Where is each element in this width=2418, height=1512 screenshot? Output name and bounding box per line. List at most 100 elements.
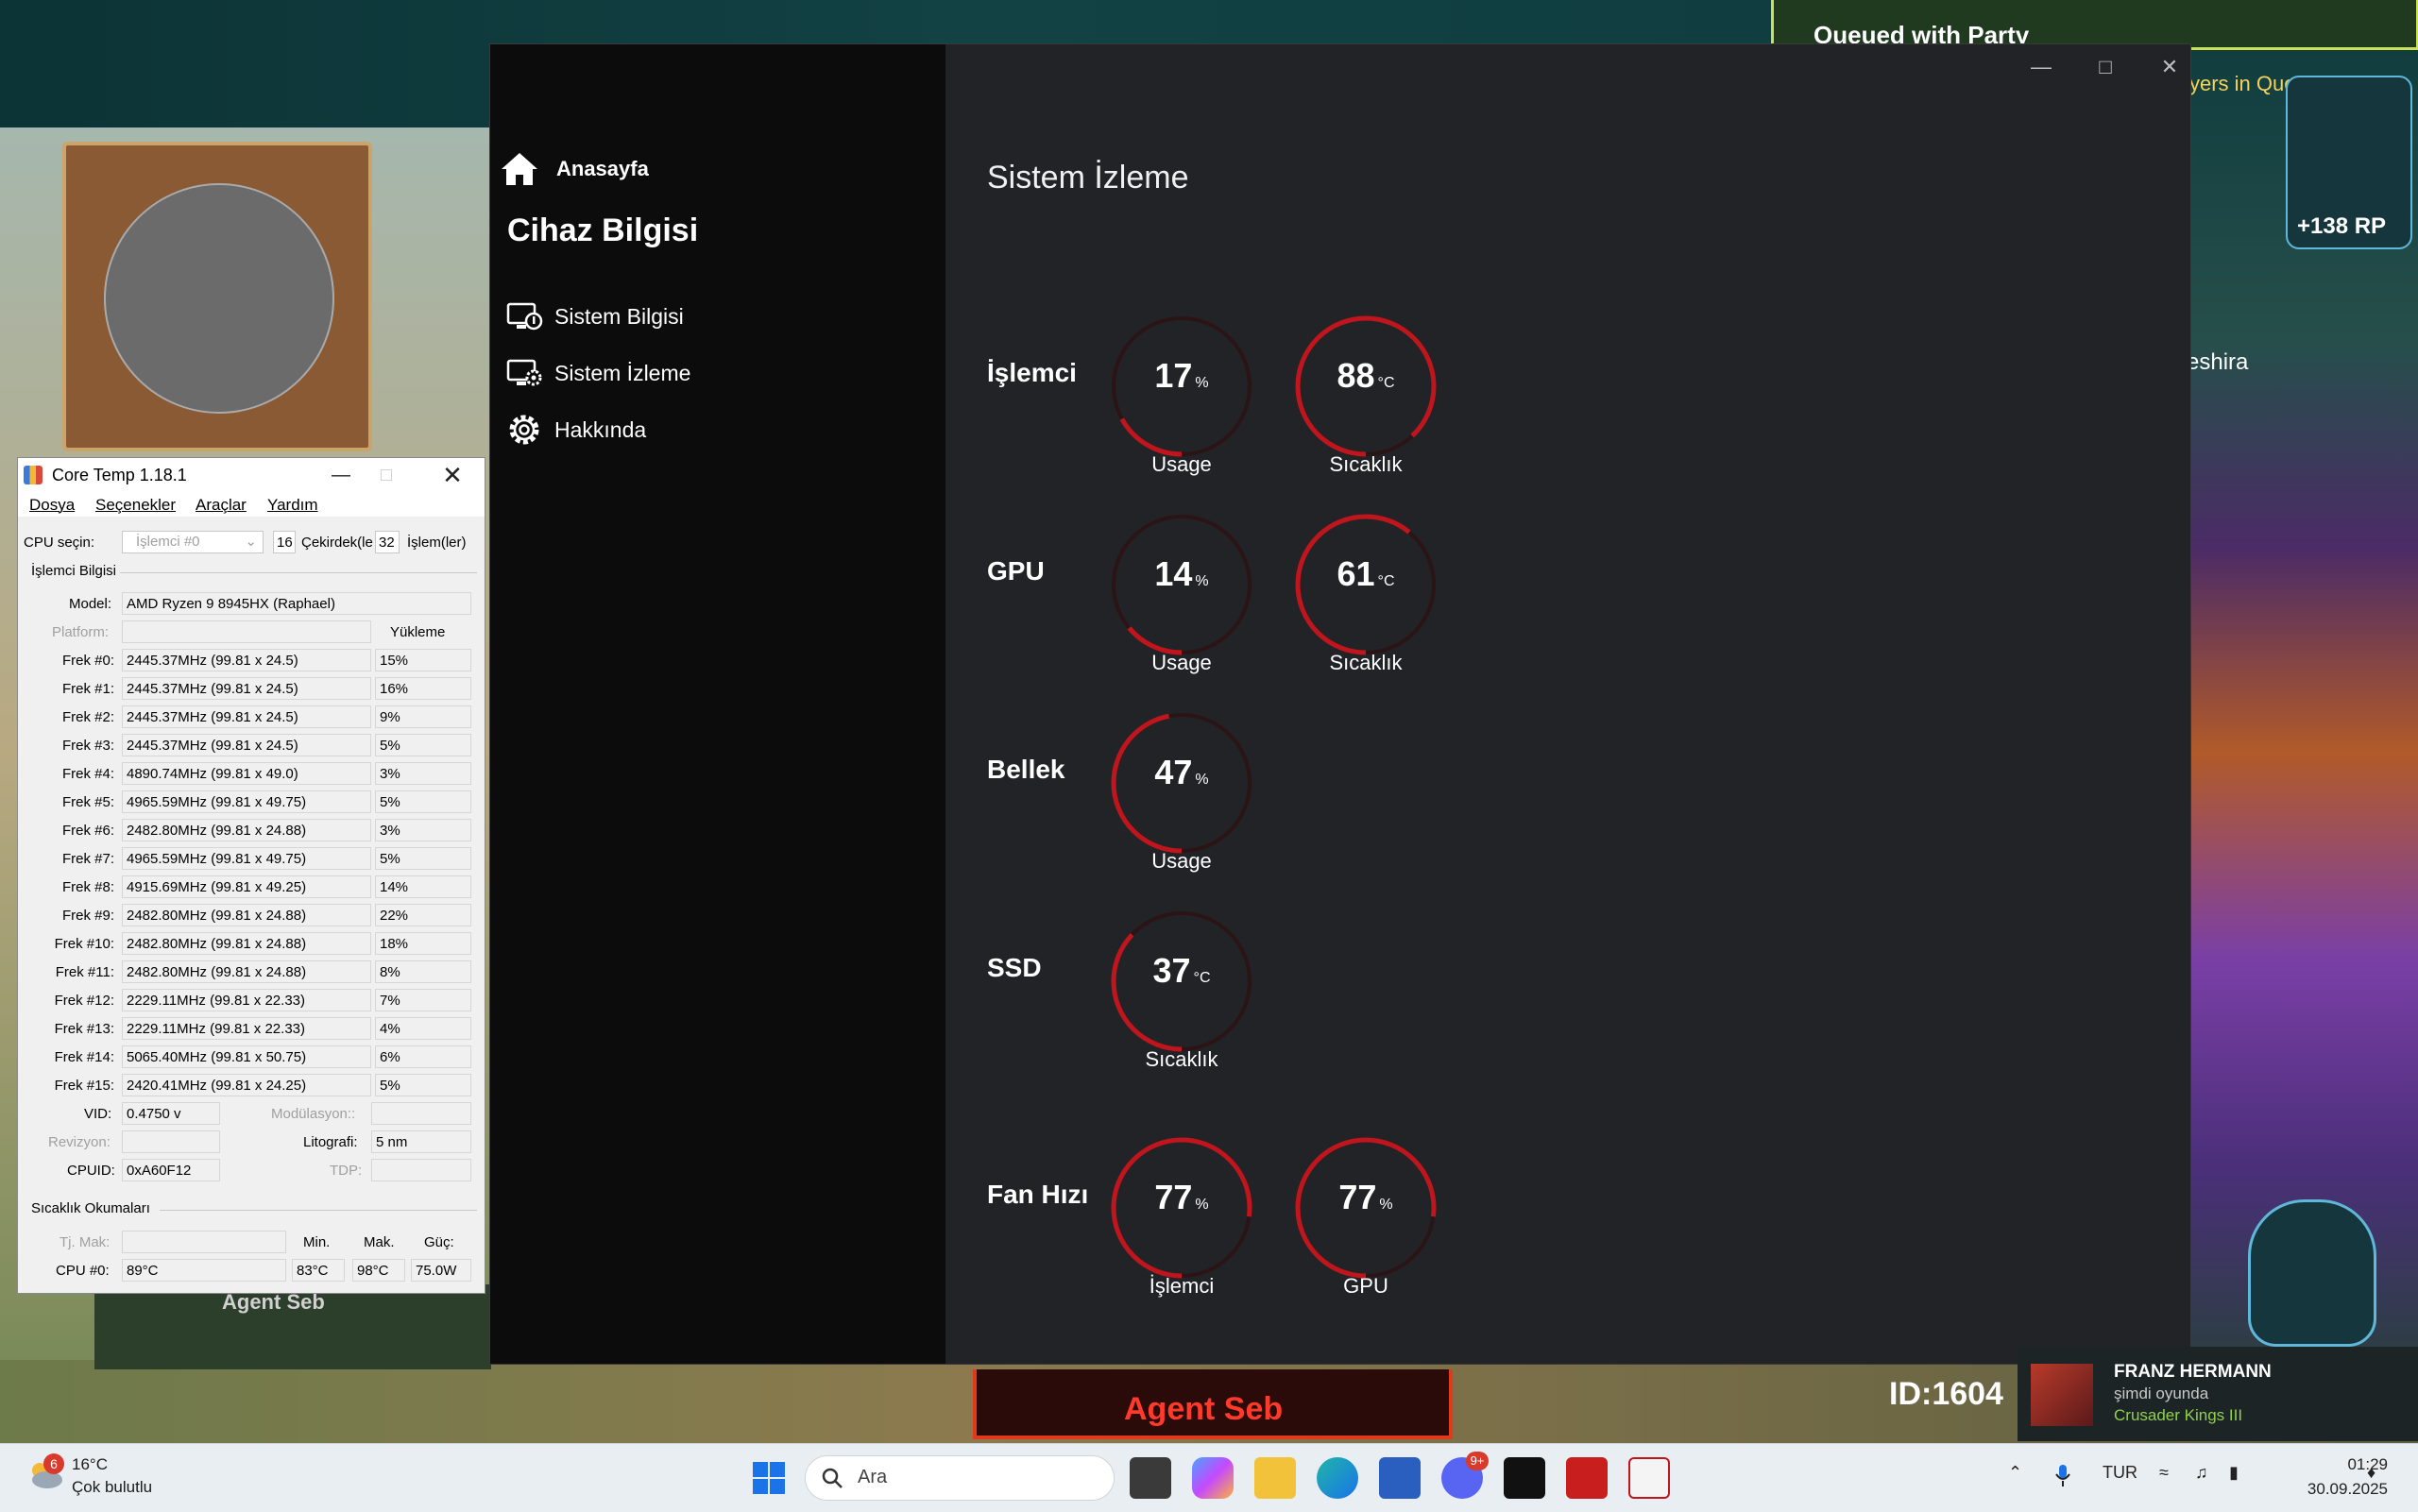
side-player-name: eshira — [2187, 349, 2249, 375]
gauge-value: 37 °C — [1106, 951, 1257, 991]
gauge-label: Sıcaklık — [1329, 651, 1403, 674]
home-icon — [502, 153, 537, 185]
notification-game: Crusader Kings III — [2114, 1406, 2243, 1424]
rp-text: +138 RP — [2297, 213, 2387, 239]
clock-date[interactable]: 30.09.2025 — [2267, 1480, 2388, 1499]
battery-icon[interactable]: ▮ — [2229, 1463, 2239, 1483]
gauge-label: Usage — [1151, 452, 1212, 476]
close-button[interactable]: ✕ — [434, 460, 471, 490]
cores-count: 16 — [273, 531, 296, 553]
microphone-icon[interactable] — [2053, 1463, 2072, 1489]
gauge-label: GPU — [1343, 1274, 1388, 1298]
vid-label: VID: — [84, 1106, 112, 1122]
task-view-icon[interactable] — [1130, 1457, 1171, 1499]
microsoft-store-icon[interactable] — [1379, 1457, 1421, 1499]
taskbar: 6 16°C Çok bulutlu Ara 9+ ⌃ TUR ≈ ♫ ▮ 01… — [0, 1443, 2418, 1512]
freq-value: 4915.69MHz (99.81 x 49.25) — [122, 875, 371, 898]
threads-count: 32 — [375, 531, 400, 553]
volume-icon[interactable]: ♫ — [2195, 1463, 2208, 1483]
minimize-button[interactable]: — — [2013, 50, 2069, 84]
freq-value: 2482.80MHz (99.81 x 24.88) — [122, 960, 371, 983]
cpu-select[interactable]: İşlemci #0 ⌄ — [122, 531, 264, 553]
freq-label: Frek #15: — [54, 1078, 114, 1094]
search-placeholder: Ara — [858, 1467, 888, 1487]
sidebar: Anasayfa Cihaz Bilgisi Sistem Bilgisi Si… — [490, 44, 945, 1364]
gauge-unit: % — [1195, 573, 1209, 589]
gauge: 47% Usage — [1106, 707, 1257, 887]
menu-secenekler[interactable]: Seçenekler — [95, 496, 176, 515]
wifi-icon[interactable]: ≈ — [2159, 1463, 2169, 1483]
language-indicator[interactable]: TUR — [2103, 1463, 2137, 1483]
menu-dosya[interactable]: Dosya — [29, 496, 75, 515]
search-icon — [822, 1468, 843, 1488]
discord-badge: 9+ — [1466, 1452, 1489, 1470]
copilot-icon[interactable] — [1192, 1457, 1234, 1499]
gauge-number: 14 — [1154, 554, 1193, 593]
row-label: İşlemci — [987, 358, 1077, 387]
tdp-label: TDP: — [330, 1163, 363, 1179]
freq-load: 3% — [375, 762, 471, 785]
weather-condition[interactable]: Çok bulutlu — [72, 1478, 152, 1497]
notification-name: FRANZ HERMANN — [2114, 1362, 2272, 1382]
row-label: Bellek — [987, 755, 1065, 784]
clock-time[interactable]: 01:29 — [2312, 1455, 2388, 1474]
menu-araclar[interactable]: Araçlar — [196, 496, 247, 515]
freq-label: Frek #9: — [61, 908, 114, 924]
nav-home[interactable]: Anasayfa — [500, 150, 649, 188]
search-box[interactable] — [805, 1455, 1115, 1501]
notification-bell-icon[interactable]: ♦ — [2367, 1463, 2375, 1483]
maximize-button[interactable]: □ — [367, 460, 405, 490]
freq-label: Frek #10: — [54, 936, 114, 952]
freq-load: 7% — [375, 989, 471, 1011]
coretemp-app-icon — [24, 466, 43, 484]
threads-label: İşlem(ler) — [407, 535, 467, 551]
sidebar-item-about[interactable]: Hakkında — [505, 409, 646, 450]
sidebar-item-label: Sistem Bilgisi — [554, 303, 684, 329]
main-content: — □ ✕ Sistem İzleme İşlemci 17% Usage 88 °C S… — [945, 44, 2190, 1364]
temperature-group-title: Sıcaklık Okumaları — [31, 1200, 150, 1216]
gauge-number: 61 — [1337, 554, 1375, 593]
freq-load: 5% — [375, 790, 471, 813]
max-header: Mak. — [364, 1234, 395, 1250]
gauge: 37 °C Sıcaklık — [1106, 906, 1257, 1085]
freq-label: Frek #7: — [61, 851, 114, 867]
gauge-unit: °C — [1193, 970, 1211, 986]
file-explorer-icon[interactable] — [1254, 1457, 1296, 1499]
apex-legends-icon[interactable] — [1566, 1457, 1608, 1499]
friend-notification[interactable]: FRANZ HERMANN şimdi oyunda Crusader King… — [2018, 1347, 2418, 1441]
chevron-up-icon[interactable]: ⌃ — [2008, 1463, 2022, 1483]
platform-value — [122, 620, 371, 643]
sidebar-item-system-info[interactable]: Sistem Bilgisi — [505, 296, 684, 337]
edge-browser-icon[interactable] — [1317, 1457, 1358, 1499]
gauge: 14% Usage — [1106, 509, 1257, 688]
freq-value: 2420.41MHz (99.81 x 24.25) — [122, 1074, 371, 1096]
minimize-button[interactable]: — — [322, 460, 360, 490]
gauge-label: Usage — [1151, 849, 1212, 873]
menu-yardim[interactable]: Yardım — [267, 496, 318, 515]
nav-home-label: Anasayfa — [556, 157, 649, 180]
freq-label: Frek #3: — [61, 738, 114, 754]
gauge-value: 17% — [1106, 356, 1257, 396]
freq-label: Frek #1: — [61, 681, 114, 697]
freq-value: 4965.59MHz (99.81 x 49.75) — [122, 790, 371, 813]
coretemp-titlebar[interactable]: Core Temp 1.18.1 — □ ✕ — [18, 458, 485, 492]
gauge: 77% GPU — [1290, 1132, 1441, 1312]
freq-load: 5% — [375, 847, 471, 870]
gauge-unit: °C — [1377, 573, 1395, 589]
gauge-number: 77 — [1338, 1178, 1377, 1216]
cpu0-max: 98°C — [352, 1259, 405, 1282]
sidebar-item-system-monitor[interactable]: Sistem İzleme — [505, 352, 690, 394]
freq-value: 2229.11MHz (99.81 x 22.33) — [122, 1017, 371, 1040]
freq-load: 3% — [375, 819, 471, 841]
close-button[interactable]: ✕ — [2141, 50, 2198, 84]
freq-load: 6% — [375, 1045, 471, 1068]
sidebar-item-label: Sistem İzleme — [554, 360, 691, 385]
maximize-button[interactable]: □ — [2077, 50, 2134, 84]
windows-start-icon[interactable] — [748, 1457, 790, 1499]
gauge-number: 17 — [1154, 356, 1193, 395]
processor-group-title: İşlemci Bilgisi — [31, 563, 117, 579]
weather-temp[interactable]: 16°C — [72, 1455, 108, 1474]
game-app-icon[interactable] — [1504, 1457, 1545, 1499]
device-info-app-icon[interactable] — [1628, 1457, 1670, 1499]
freq-value: 2445.37MHz (99.81 x 24.5) — [122, 705, 371, 728]
